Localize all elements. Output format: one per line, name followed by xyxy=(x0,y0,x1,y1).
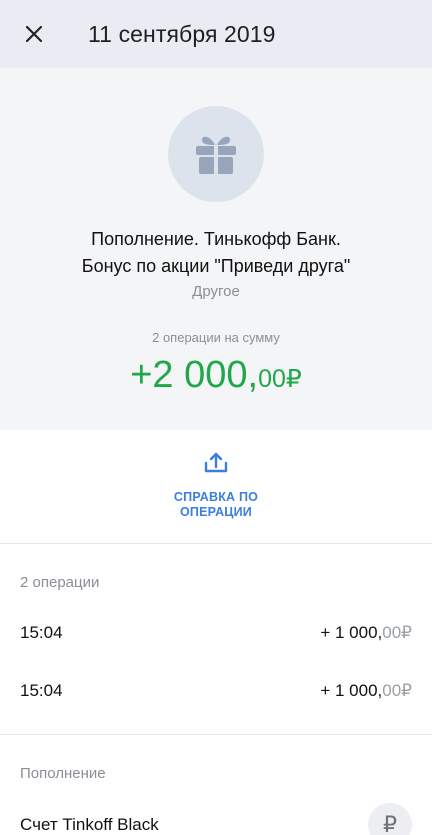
total-amount: +2 000, 00 ₽ xyxy=(130,353,302,401)
operation-amount-currency: ₽ xyxy=(401,623,412,642)
close-button[interactable] xyxy=(10,10,58,58)
topup-section-title: Пополнение xyxy=(20,765,106,782)
operations-section: 2 операции 15:04 + 1 000, 00 ₽ 15:04 + 1… xyxy=(0,544,432,735)
operation-summary: Пополнение. Тинькофф Банк. Бонус по акци… xyxy=(0,68,432,430)
operation-time: 15:04 xyxy=(20,681,63,700)
operation-amount-main: + 1 000, xyxy=(320,681,383,700)
share-upload-icon xyxy=(203,451,229,475)
operation-time: 15:04 xyxy=(20,623,63,642)
close-icon xyxy=(25,25,43,43)
topup-section: Пополнение Счет Tinkoff Black ₽ xyxy=(0,735,432,835)
operations-section-title: 2 операции xyxy=(20,574,100,591)
operation-amount-currency: ₽ xyxy=(401,681,412,700)
operation-row[interactable]: 15:04 + 1 000, 00 ₽ xyxy=(0,604,432,662)
total-amount-main: +2 000, xyxy=(130,354,259,396)
operation-amount: + 1 000, 00 ₽ xyxy=(320,681,412,701)
gift-icon xyxy=(168,106,264,202)
operation-description-second-line: Бонус по акции "Приведи друга" xyxy=(81,256,351,276)
operation-amount: + 1 000, 00 ₽ xyxy=(320,623,412,643)
total-amount-cents: 00 xyxy=(258,365,286,393)
operation-amount-cents: 00 xyxy=(382,681,402,700)
ruble-icon: ₽ xyxy=(368,803,412,835)
receipt-button[interactable]: СПРАВКА ПО ОПЕРАЦИИ xyxy=(0,430,432,544)
operation-amount-main: + 1 000, xyxy=(320,623,383,642)
account-row[interactable]: Счет Tinkoff Black ₽ xyxy=(0,795,432,835)
operation-amount-cents: 00 xyxy=(382,623,402,642)
operation-description: Пополнение. Тинькофф Банк. xyxy=(91,229,341,249)
total-amount-currency: ₽ xyxy=(285,365,302,393)
page-title: 11 сентября 2019 xyxy=(88,20,276,47)
operation-details-screen: 11 сентября 2019 Пополнение. Тинькофф Ба… xyxy=(0,0,432,835)
operation-category: Другое xyxy=(192,283,240,300)
operation-row[interactable]: 15:04 + 1 000, 00 ₽ xyxy=(0,662,432,720)
receipt-button-label: СПРАВКА ПО ОПЕРАЦИИ xyxy=(173,490,259,519)
operations-count-caption: 2 операции на сумму xyxy=(152,330,280,345)
top-bar: 11 сентября 2019 xyxy=(0,0,432,68)
account-name: Счет Tinkoff Black xyxy=(20,815,159,834)
